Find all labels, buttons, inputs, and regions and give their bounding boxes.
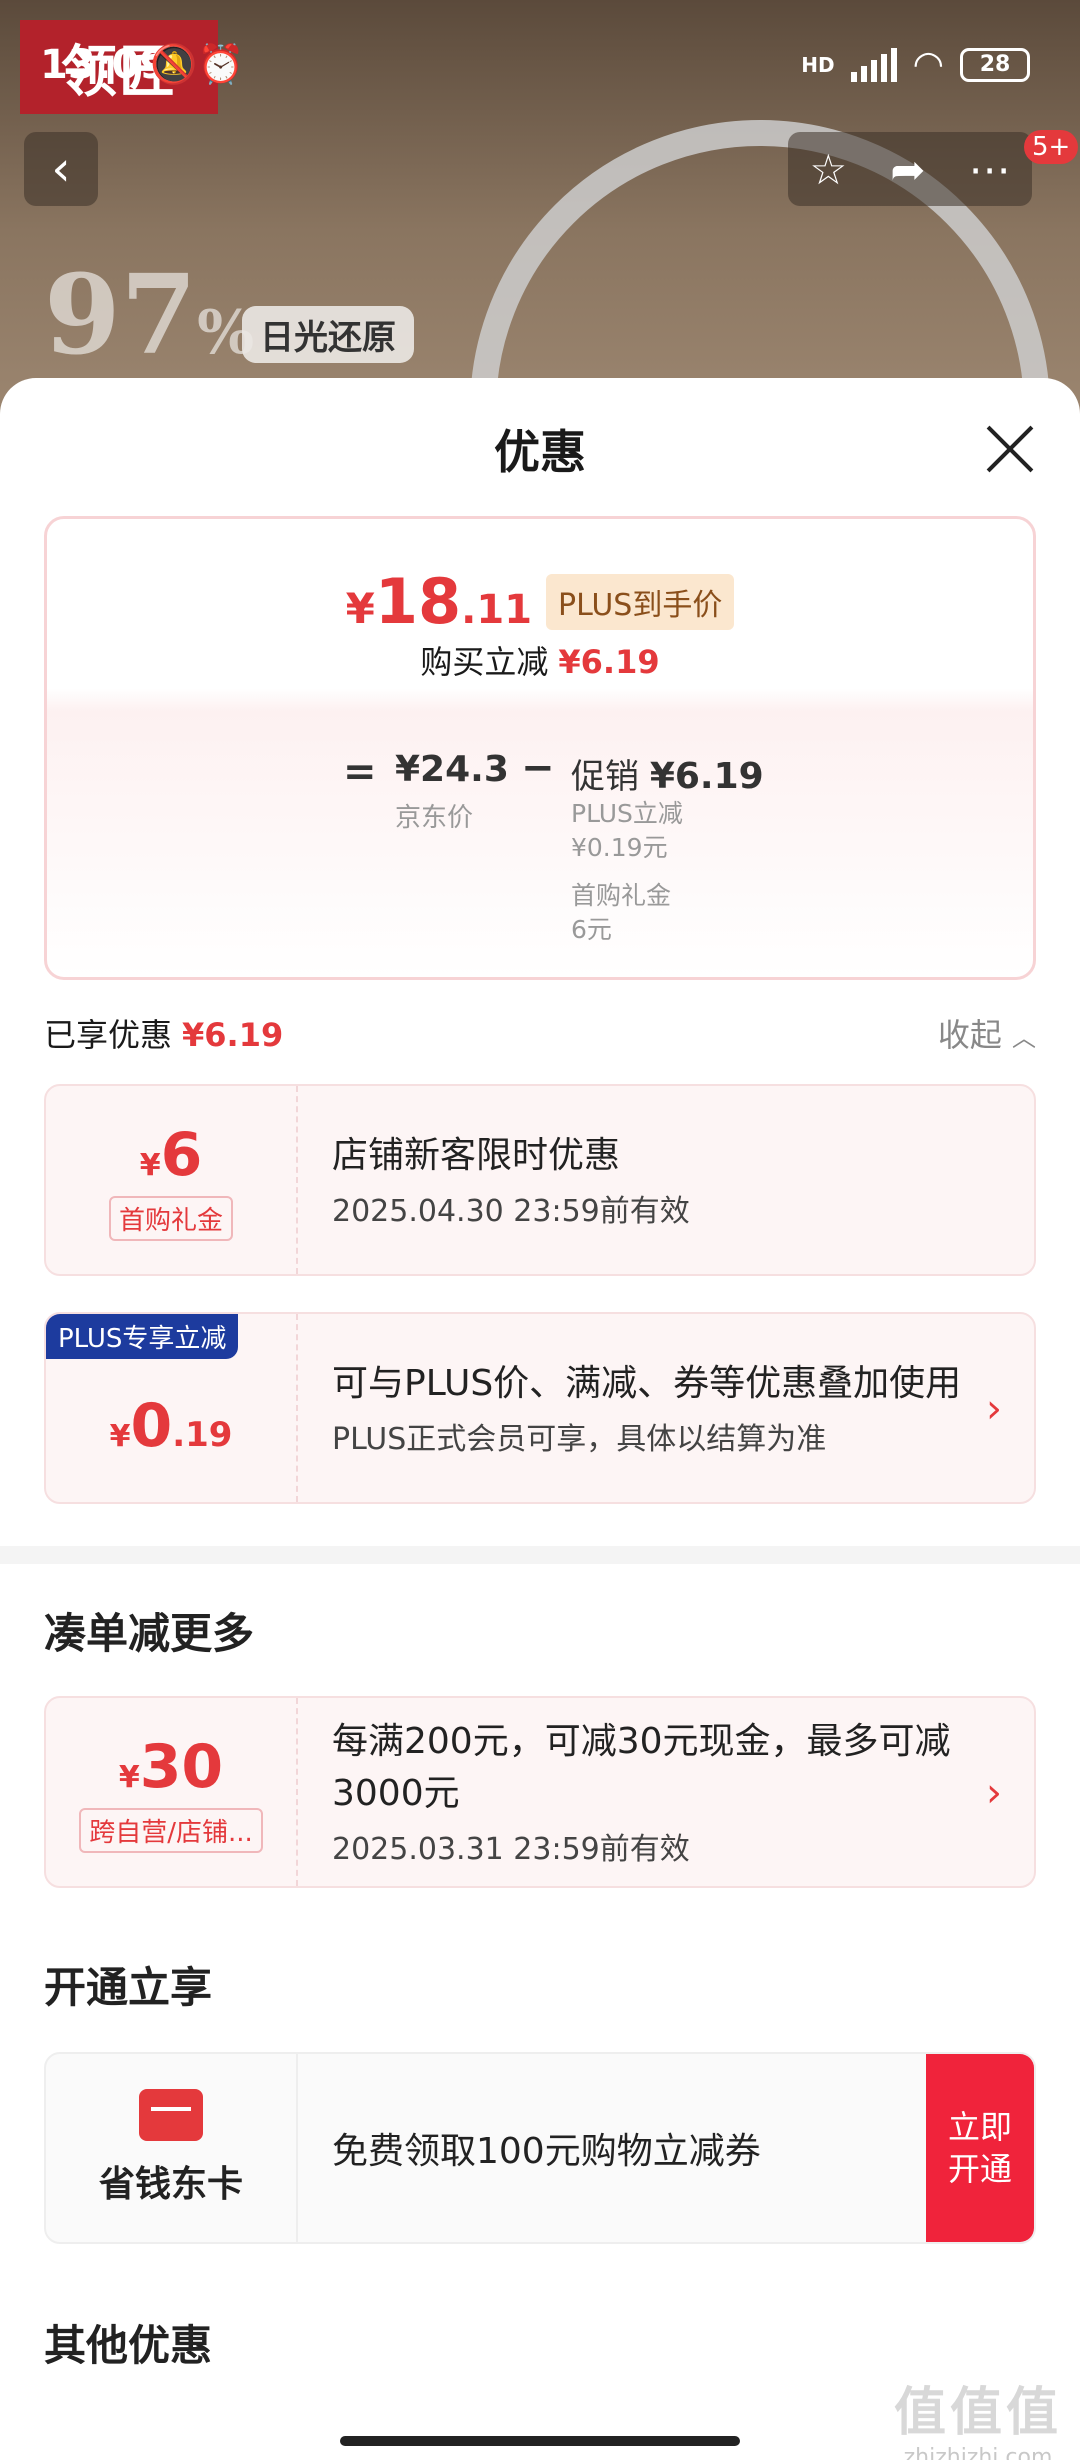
coupon-amount-area: ¥6 首购礼金: [46, 1086, 298, 1274]
site-watermark: 值值值 zhizhizhi.com: [893, 2383, 1062, 2460]
coupon-body: 店铺新客限时优惠 2025.04.30 23:59前有效: [332, 1086, 972, 1274]
jd-price-label: 京东价: [395, 803, 474, 833]
jd-price: ¥24.3: [395, 749, 509, 790]
open-section-title: 开通立享: [44, 1963, 213, 2012]
coupon-amount-area: ¥30 跨自营/店铺...: [46, 1698, 298, 1886]
plus-discount-value: ¥0.19元: [571, 833, 668, 862]
section-divider: [0, 1546, 1080, 1564]
coupon-amount: ¥30: [118, 1731, 224, 1802]
close-icon[interactable]: [978, 416, 1044, 482]
status-time: 13:09: [40, 42, 168, 88]
card-brand-area: 省钱东卡: [46, 2054, 298, 2242]
coupon-title: 每满200元，可减30元现金，最多可减3000元: [332, 1721, 951, 1814]
chevron-right-icon: ›: [986, 1386, 1002, 1432]
coupon-validity: 2025.04.30 23:59前有效: [332, 1194, 690, 1229]
discount-sheet: 优惠 ¥18.11 PLUS到手价 购买立减 ¥6.19 = ¥24.3 京东价 …: [0, 378, 1080, 2460]
final-price-row: ¥18.11 PLUS到手价: [47, 565, 1033, 638]
membership-card-promo[interactable]: 省钱东卡 免费领取100元购物立减券 立即开通: [44, 2052, 1036, 2244]
coupon-title: 可与PLUS价、满减、券等优惠叠加使用: [332, 1363, 962, 1404]
sheet-title: 优惠: [494, 425, 586, 479]
final-price: ¥18.11: [345, 565, 533, 638]
activate-button[interactable]: 立即开通: [926, 2054, 1034, 2242]
coupon-plus[interactable]: ¥0.19 PLUS专享立减 可与PLUS价、满减、券等优惠叠加使用 PLUS正…: [44, 1312, 1036, 1504]
card-name: 省钱东卡: [98, 2164, 243, 2205]
home-indicator[interactable]: [340, 2436, 740, 2446]
message-badge: 5+: [1024, 130, 1079, 164]
coupon-validity: 2025.03.31 23:59前有效: [332, 1832, 690, 1867]
coupon-first-purchase[interactable]: ¥6 首购礼金 店铺新客限时优惠 2025.04.30 23:59前有效: [44, 1084, 1036, 1276]
battery-icon: 28: [960, 47, 1030, 82]
top-toolbar: ☆ ➦ ⋯: [788, 132, 1032, 206]
minus-sign: −: [521, 745, 555, 791]
share-icon[interactable]: ➦: [890, 145, 925, 194]
collapse-button[interactable]: 收起 ︿: [938, 1010, 1036, 1056]
first-purchase-value: 6元: [571, 915, 612, 944]
status-right: HD ◠ 28: [801, 44, 1030, 85]
star-icon[interactable]: ☆: [810, 145, 848, 194]
price-summary-card: ¥18.11 PLUS到手价 购买立减 ¥6.19 = ¥24.3 京东价 − 促…: [44, 516, 1036, 980]
coupon-body: 每满200元，可减30元现金，最多可减3000元 2025.03.31 23:5…: [332, 1698, 972, 1886]
signal-icon: [850, 47, 897, 82]
enjoyed-discount: 已享优惠 ¥6.19: [44, 1016, 284, 1054]
more-icon[interactable]: ⋯: [968, 145, 1010, 194]
price-formula: = ¥24.3 京东价 − 促销 ¥6.19 PLUS立减 ¥0.19元 首购礼…: [47, 745, 1033, 969]
coupon-full-reduction[interactable]: ¥30 跨自营/店铺... 每满200元，可减30元现金，最多可减3000元 2…: [44, 1696, 1036, 1888]
coupon-title: 店铺新客限时优惠: [332, 1135, 621, 1176]
percent-graphic: 97%: [44, 250, 255, 379]
other-section-title: 其他优惠: [44, 2321, 213, 2370]
first-purchase-label: 首购礼金: [571, 881, 672, 910]
chevron-left-icon: ‹: [51, 141, 71, 197]
coupon-amount: ¥6: [139, 1119, 203, 1190]
plus-discount-label: PLUS立减: [571, 799, 683, 828]
wifi-icon: ◠: [912, 44, 944, 85]
back-button[interactable]: ‹: [24, 132, 98, 206]
alarm-icon: 🔕⏰: [150, 42, 245, 86]
promo-total: 促销 ¥6.19: [571, 756, 764, 797]
coupon-body: 可与PLUS价、满减、券等优惠叠加使用 PLUS正式会员可享，具体以结算为准: [332, 1314, 972, 1502]
feature-tag: 日光还原: [242, 306, 414, 363]
plus-price-tag: PLUS到手价: [546, 574, 735, 630]
coupon-amount: ¥0.19: [109, 1391, 233, 1461]
coupon-tag: 跨自营/店铺...: [79, 1807, 263, 1853]
coupon-note: PLUS正式会员可享，具体以结算为准: [332, 1422, 827, 1457]
chevron-right-icon: ›: [986, 1770, 1002, 1816]
card-offer-text: 免费领取100元购物立减券: [332, 2131, 761, 2172]
status-bar: 13:09 🔕⏰ HD ◠ 28: [0, 0, 1080, 130]
network-label: HD: [801, 52, 835, 77]
buy-discount-row: 购买立减 ¥6.19: [420, 643, 660, 681]
chevron-up-icon: ︿: [1012, 1024, 1036, 1052]
plus-exclusive-badge: PLUS专享立减: [46, 1314, 239, 1359]
equals-sign: =: [343, 749, 377, 795]
card-icon: [139, 2089, 203, 2141]
more-section-title: 凑单减更多: [44, 1609, 255, 1658]
coupon-tag: 首购礼金: [108, 1195, 233, 1241]
